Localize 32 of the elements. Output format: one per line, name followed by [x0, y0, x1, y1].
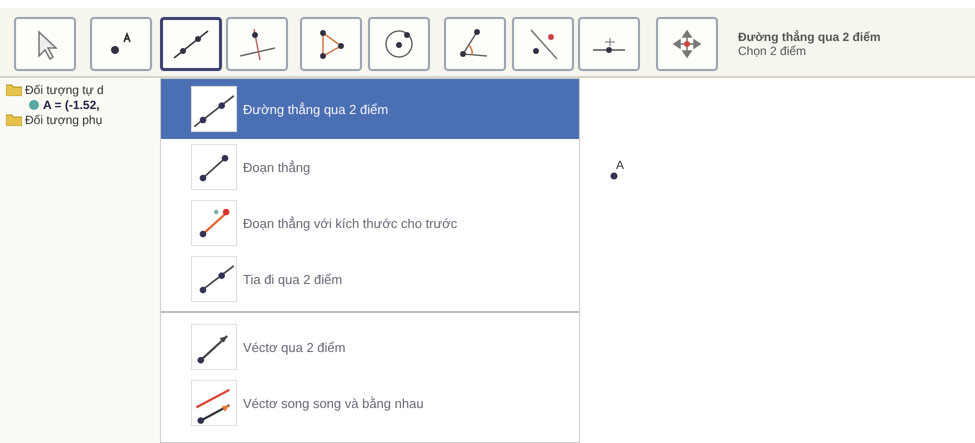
circle-tool-button[interactable]: [368, 17, 430, 71]
perpendicular-tool-button[interactable]: [226, 17, 288, 71]
line-tool-button[interactable]: [160, 17, 222, 71]
menu-item[interactable]: Véctơ song song và bằng nhau: [161, 375, 579, 431]
pointer-tool-button[interactable]: [14, 17, 76, 71]
menu-item[interactable]: Đường thẳng qua 2 điểm: [161, 79, 579, 139]
reflect-tool-button[interactable]: [512, 17, 574, 71]
move-view-tool-button[interactable]: [656, 17, 718, 71]
menu-item[interactable]: Đoạn thẳng: [161, 139, 579, 195]
slider-tool-button[interactable]: [578, 17, 640, 71]
vector-icon: [191, 324, 237, 370]
tree-folder-label[interactable]: Đối tượng phụ: [25, 112, 102, 126]
segment-icon: [191, 144, 237, 190]
menu-item[interactable]: Tia đi qua 2 điểm: [161, 251, 579, 307]
tool-name: Đường thẳng qua 2 điểm: [738, 30, 881, 44]
point-tool-button[interactable]: [90, 17, 152, 71]
menu-item[interactable]: Véctơ qua 2 điểm: [161, 319, 579, 375]
object-label[interactable]: A = (-1.52,: [43, 98, 100, 112]
tree-folder-label[interactable]: Đối tượng tự d: [25, 82, 104, 96]
angle-tool-button[interactable]: [444, 17, 506, 71]
folder-icon: [6, 84, 22, 96]
segment-icon: [191, 200, 237, 246]
point-dot-icon: [28, 98, 40, 110]
menu-item[interactable]: Đoạn thẳng với kích thước cho trước: [161, 195, 579, 251]
polygon-tool-button[interactable]: [300, 17, 362, 71]
folder-icon: [6, 114, 22, 126]
tool-hint: Chọn 2 điểm: [738, 44, 808, 58]
ray-icon: [191, 256, 237, 302]
vector-icon: [191, 380, 237, 426]
perpendicular-line-icon: [237, 26, 277, 62]
point-icon: [610, 172, 618, 180]
point-label: A: [616, 158, 624, 172]
